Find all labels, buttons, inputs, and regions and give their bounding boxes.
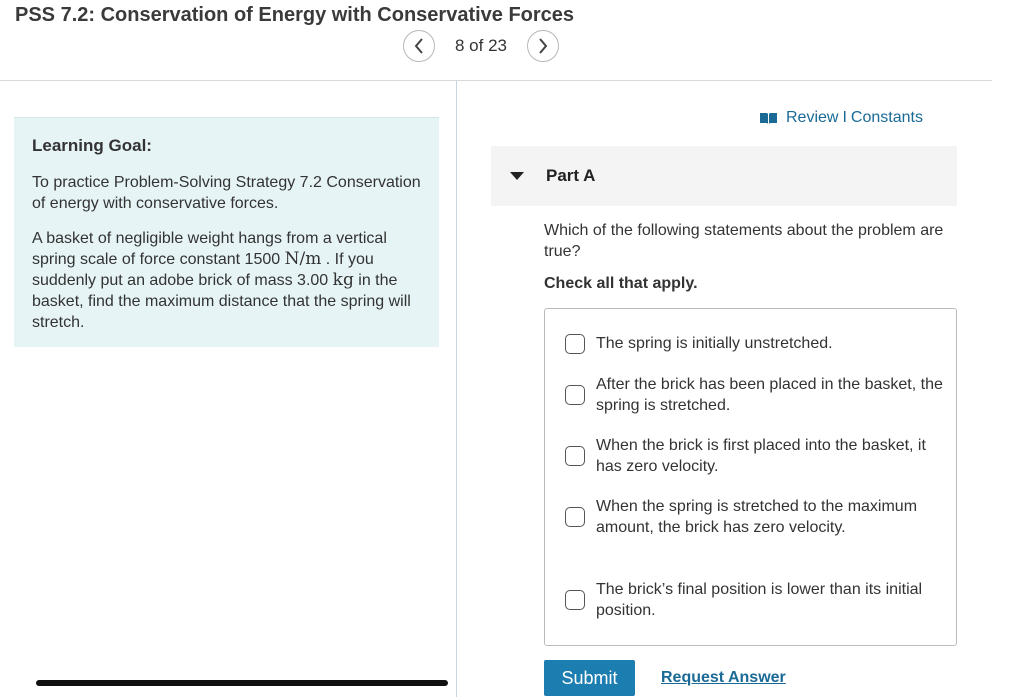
horizontal-scrollbar[interactable] bbox=[36, 680, 448, 686]
book-icon bbox=[760, 112, 777, 124]
unit-newton-per-meter: N/m bbox=[284, 249, 322, 269]
header-divider bbox=[0, 80, 992, 81]
learning-goal-panel: Learning Goal: To practice Problem-Solvi… bbox=[14, 117, 439, 347]
part-title: Part A bbox=[546, 166, 596, 185]
instruction-text: Check all that apply. bbox=[544, 275, 698, 292]
option-5[interactable]: The brick’s final position is lower than… bbox=[565, 579, 945, 621]
constants-link[interactable]: Constants bbox=[851, 109, 923, 127]
checkbox[interactable] bbox=[565, 385, 585, 405]
option-label: When the brick is first placed into the … bbox=[596, 437, 926, 475]
submit-button[interactable]: Submit bbox=[544, 660, 635, 696]
pane-divider[interactable] bbox=[456, 81, 457, 697]
review-constants-links: Review I Constants bbox=[759, 109, 923, 127]
unit-kilogram: kg bbox=[332, 270, 354, 290]
request-answer-link[interactable]: Request Answer bbox=[661, 669, 786, 687]
option-1[interactable]: The spring is initially unstretched. bbox=[565, 333, 945, 354]
part-a-header[interactable]: Part A bbox=[491, 146, 957, 206]
pagination: 8 of 23 bbox=[403, 29, 559, 63]
option-label: When the spring is stretched to the maxi… bbox=[596, 498, 918, 536]
problem-statement: A basket of negligible weight hangs from… bbox=[32, 228, 421, 333]
previous-button[interactable] bbox=[403, 30, 435, 62]
options-box: The spring is initially unstretched. Aft… bbox=[544, 308, 957, 646]
review-link[interactable]: Review bbox=[786, 109, 838, 127]
next-button[interactable] bbox=[527, 30, 559, 62]
checkbox[interactable] bbox=[565, 446, 585, 466]
learning-goal-text: To practice Problem-Solving Strategy 7.2… bbox=[32, 174, 421, 212]
option-label: The brick’s final position is lower than… bbox=[596, 581, 923, 619]
option-label: After the brick has been placed in the b… bbox=[596, 376, 943, 414]
chevron-right-icon bbox=[539, 38, 548, 54]
link-separator: I bbox=[842, 109, 847, 126]
chevron-left-icon bbox=[414, 38, 423, 54]
option-4[interactable]: When the spring is stretched to the maxi… bbox=[565, 496, 945, 538]
option-label: The spring is initially unstretched. bbox=[596, 335, 833, 352]
option-2[interactable]: After the brick has been placed in the b… bbox=[565, 374, 945, 416]
option-3[interactable]: When the brick is first placed into the … bbox=[565, 435, 945, 477]
page-counter: 8 of 23 bbox=[455, 36, 507, 55]
page-title: PSS 7.2: Conservation of Energy with Con… bbox=[15, 4, 575, 26]
question-text: Which of the following statements about … bbox=[544, 222, 944, 260]
checkbox[interactable] bbox=[565, 590, 585, 610]
learning-goal-heading: Learning Goal: bbox=[32, 136, 152, 155]
checkbox[interactable] bbox=[565, 507, 585, 527]
caret-down-icon[interactable] bbox=[510, 172, 524, 180]
checkbox[interactable] bbox=[565, 333, 585, 354]
